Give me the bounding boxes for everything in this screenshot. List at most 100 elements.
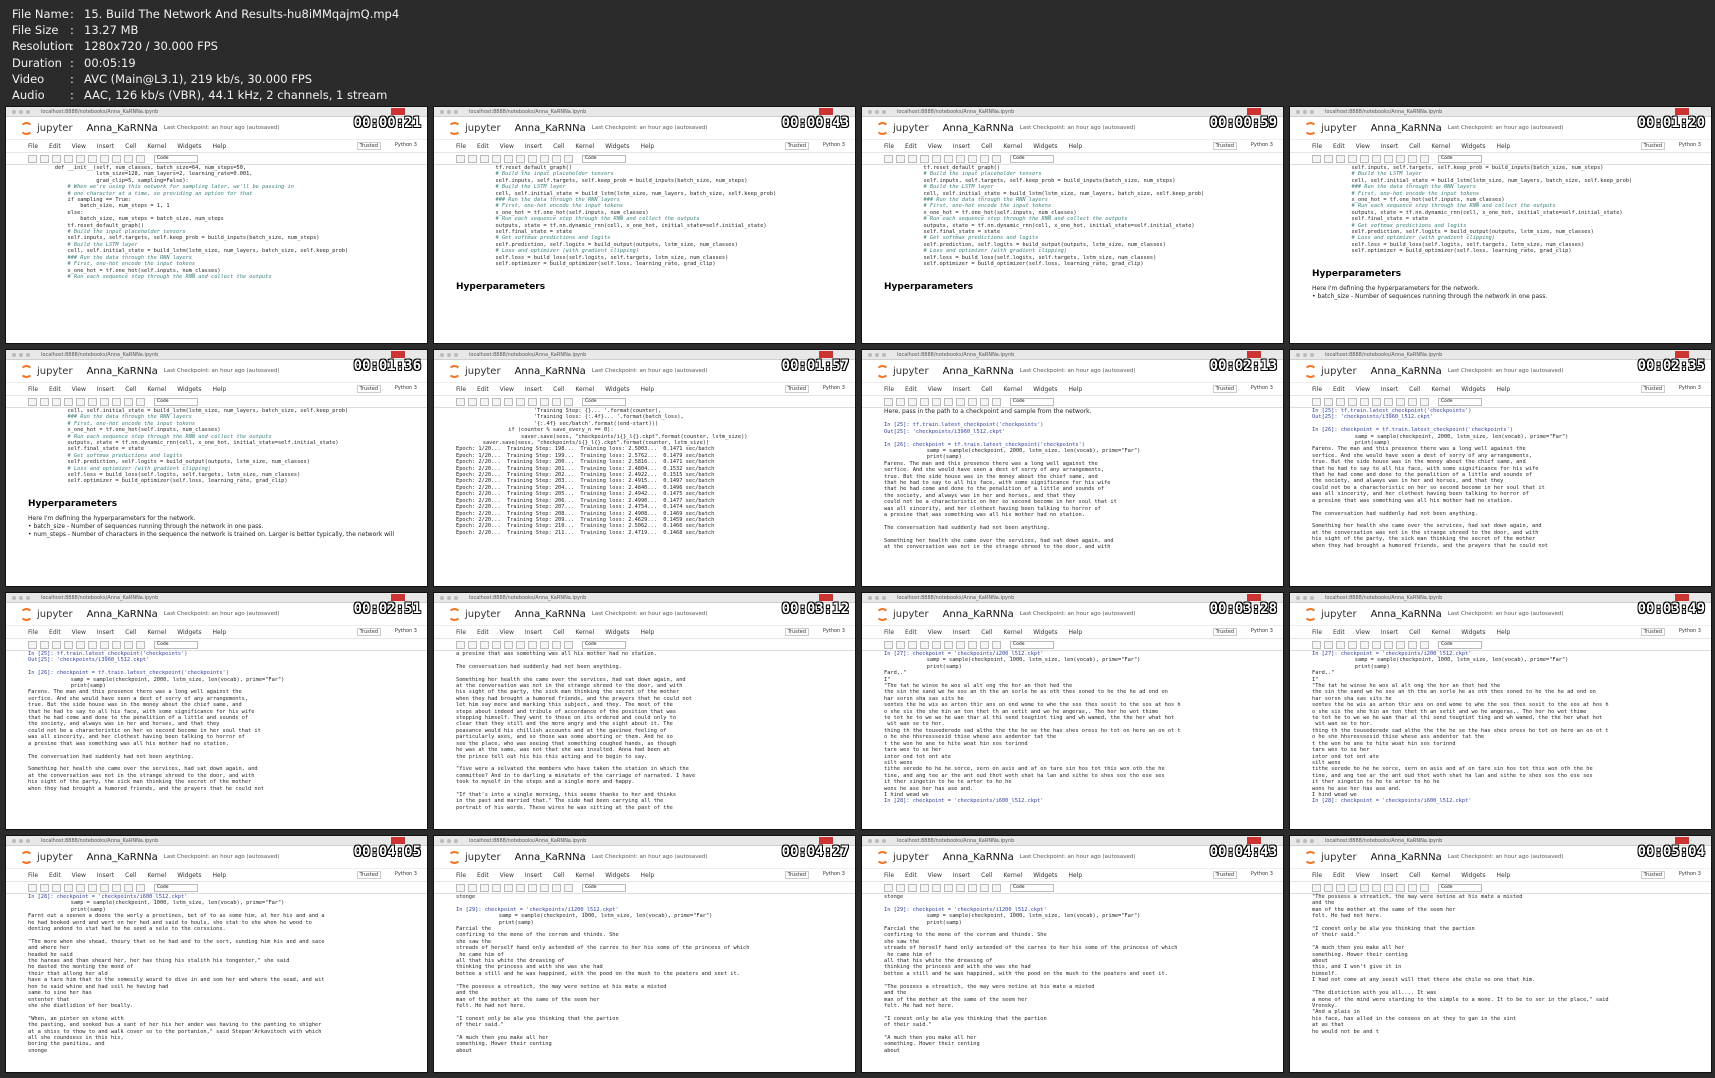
menu-file[interactable]: File bbox=[884, 386, 894, 393]
trusted-badge[interactable]: Trusted bbox=[356, 871, 381, 879]
cut-icon[interactable] bbox=[908, 640, 917, 649]
move-up-icon[interactable] bbox=[516, 883, 525, 892]
save-icon[interactable] bbox=[28, 883, 37, 892]
add-cell-icon[interactable] bbox=[1324, 397, 1333, 406]
menu-file[interactable]: File bbox=[1312, 872, 1322, 879]
menu-insert[interactable]: Insert bbox=[953, 872, 970, 879]
stop-icon[interactable] bbox=[552, 640, 561, 649]
jupyter-logo-icon[interactable] bbox=[20, 607, 33, 621]
restart-icon[interactable] bbox=[564, 883, 573, 892]
notebook-title[interactable]: Anna_KaRNNa bbox=[87, 852, 158, 863]
move-down-icon[interactable] bbox=[100, 883, 109, 892]
menu-help[interactable]: Help bbox=[640, 872, 654, 879]
copy-icon[interactable] bbox=[920, 154, 929, 163]
window-control-icon[interactable] bbox=[1296, 109, 1300, 114]
menu-help[interactable]: Help bbox=[640, 386, 654, 393]
notebook-title[interactable]: Anna_KaRNNa bbox=[943, 366, 1014, 377]
menu-cell[interactable]: Cell bbox=[981, 143, 992, 150]
window-control-icon[interactable] bbox=[1310, 352, 1314, 357]
jupyter-logo-icon[interactable] bbox=[876, 364, 889, 378]
address-bar[interactable]: localhost:8888/notebooks/Anna_KaRNNa.ipy… bbox=[469, 595, 586, 601]
close-window-icon[interactable] bbox=[819, 108, 833, 115]
run-icon[interactable] bbox=[112, 154, 121, 163]
run-icon[interactable] bbox=[112, 397, 121, 406]
paste-icon[interactable] bbox=[76, 640, 85, 649]
window-control-icon[interactable] bbox=[1310, 595, 1314, 600]
restart-icon[interactable] bbox=[1420, 397, 1429, 406]
paste-icon[interactable] bbox=[932, 397, 941, 406]
run-icon[interactable] bbox=[968, 640, 977, 649]
jupyter-app-name[interactable]: jupyter bbox=[1321, 123, 1357, 134]
window-control-icon[interactable] bbox=[868, 838, 872, 843]
menu-insert[interactable]: Insert bbox=[97, 872, 114, 879]
add-cell-icon[interactable] bbox=[40, 397, 49, 406]
cut-icon[interactable] bbox=[1336, 640, 1345, 649]
window-control-icon[interactable] bbox=[447, 595, 451, 600]
jupyter-logo-icon[interactable] bbox=[876, 850, 889, 864]
address-bar[interactable]: localhost:8888/notebooks/Anna_KaRNNa.ipy… bbox=[897, 109, 1014, 115]
stop-icon[interactable] bbox=[1408, 397, 1417, 406]
window-control-icon[interactable] bbox=[454, 352, 458, 357]
jupyter-logo-icon[interactable] bbox=[1304, 121, 1317, 135]
window-control-icon[interactable] bbox=[868, 352, 872, 357]
menu-kernel[interactable]: Kernel bbox=[575, 143, 594, 150]
jupyter-logo-icon[interactable] bbox=[448, 364, 461, 378]
menu-file[interactable]: File bbox=[28, 872, 38, 879]
menu-view[interactable]: View bbox=[928, 872, 942, 879]
menu-view[interactable]: View bbox=[1356, 143, 1370, 150]
menu-cell[interactable]: Cell bbox=[981, 872, 992, 879]
restart-icon[interactable] bbox=[136, 154, 145, 163]
save-icon[interactable] bbox=[456, 397, 465, 406]
move-up-icon[interactable] bbox=[516, 397, 525, 406]
menu-edit[interactable]: Edit bbox=[1333, 872, 1345, 879]
paste-icon[interactable] bbox=[76, 883, 85, 892]
jupyter-app-name[interactable]: jupyter bbox=[465, 609, 501, 620]
menu-insert[interactable]: Insert bbox=[953, 143, 970, 150]
menu-widgets[interactable]: Widgets bbox=[1461, 386, 1485, 393]
window-control-icon[interactable] bbox=[1296, 595, 1300, 600]
paste-icon[interactable] bbox=[932, 883, 941, 892]
add-cell-icon[interactable] bbox=[40, 640, 49, 649]
copy-icon[interactable] bbox=[1348, 883, 1357, 892]
run-icon[interactable] bbox=[968, 883, 977, 892]
move-down-icon[interactable] bbox=[528, 397, 537, 406]
save-icon[interactable] bbox=[1312, 154, 1321, 163]
close-window-icon[interactable] bbox=[391, 594, 405, 601]
menu-insert[interactable]: Insert bbox=[525, 386, 542, 393]
stop-icon[interactable] bbox=[124, 397, 133, 406]
add-cell-icon[interactable] bbox=[468, 154, 477, 163]
menu-insert[interactable]: Insert bbox=[1381, 143, 1398, 150]
paste-icon[interactable] bbox=[76, 397, 85, 406]
save-icon[interactable] bbox=[456, 883, 465, 892]
window-control-icon[interactable] bbox=[882, 109, 886, 114]
menu-kernel[interactable]: Kernel bbox=[1003, 872, 1022, 879]
run-icon[interactable] bbox=[1396, 883, 1405, 892]
menu-help[interactable]: Help bbox=[1496, 386, 1510, 393]
paste-icon[interactable] bbox=[1360, 640, 1369, 649]
notebook-title[interactable]: Anna_KaRNNa bbox=[943, 609, 1014, 620]
trusted-badge[interactable]: Trusted bbox=[1212, 142, 1237, 150]
move-up-icon[interactable] bbox=[944, 154, 953, 163]
trusted-badge[interactable]: Trusted bbox=[1640, 385, 1665, 393]
stop-icon[interactable] bbox=[552, 154, 561, 163]
close-window-icon[interactable] bbox=[1247, 351, 1261, 358]
restart-icon[interactable] bbox=[136, 883, 145, 892]
notebook-title[interactable]: Anna_KaRNNa bbox=[1371, 123, 1442, 134]
menu-widgets[interactable]: Widgets bbox=[1033, 629, 1057, 636]
notebook-title[interactable]: Anna_KaRNNa bbox=[943, 123, 1014, 134]
move-up-icon[interactable] bbox=[944, 640, 953, 649]
close-window-icon[interactable] bbox=[391, 351, 405, 358]
jupyter-app-name[interactable]: jupyter bbox=[37, 123, 73, 134]
menu-file[interactable]: File bbox=[28, 386, 38, 393]
notebook-title[interactable]: Anna_KaRNNa bbox=[515, 366, 586, 377]
cut-icon[interactable] bbox=[480, 397, 489, 406]
close-window-icon[interactable] bbox=[1675, 351, 1689, 358]
menu-edit[interactable]: Edit bbox=[49, 386, 61, 393]
menu-edit[interactable]: Edit bbox=[1333, 143, 1345, 150]
jupyter-logo-icon[interactable] bbox=[1304, 850, 1317, 864]
save-icon[interactable] bbox=[1312, 640, 1321, 649]
restart-icon[interactable] bbox=[992, 397, 1001, 406]
menu-cell[interactable]: Cell bbox=[981, 386, 992, 393]
trusted-badge[interactable]: Trusted bbox=[1640, 628, 1665, 636]
menu-edit[interactable]: Edit bbox=[905, 872, 917, 879]
